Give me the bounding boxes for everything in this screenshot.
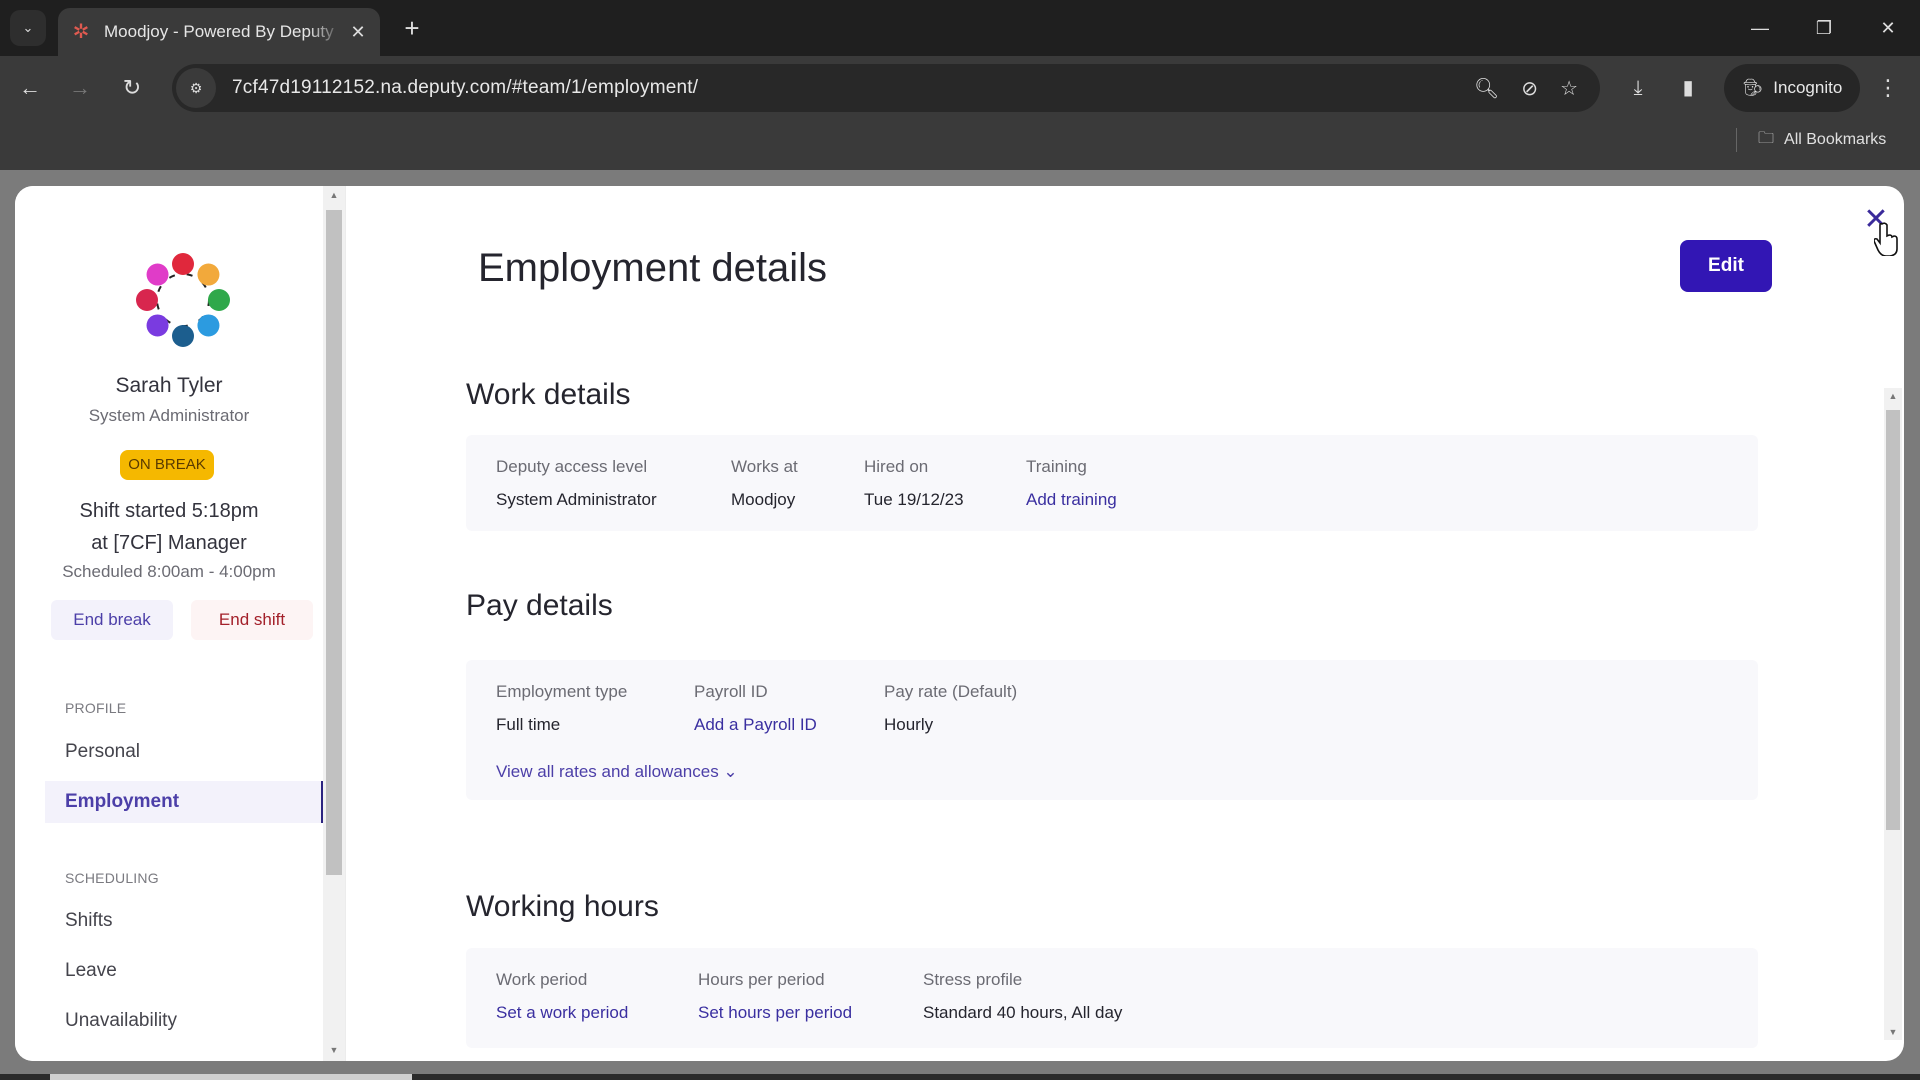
zoom-icon[interactable]: 🔍︎ (1474, 76, 1499, 101)
sidebar-item-employment[interactable]: Employment (45, 781, 325, 823)
site-info-icon[interactable]: ⚙ (176, 68, 216, 108)
scroll-down-icon[interactable]: ▼ (323, 1045, 345, 1055)
star-icon[interactable]: ☆ (1560, 76, 1578, 101)
end-shift-button[interactable]: End shift (191, 600, 313, 640)
bookmarks-divider (1736, 128, 1737, 152)
view-rates-link[interactable]: View all rates and allowances ⌄ (496, 762, 738, 782)
pay-details-heading: Pay details (466, 589, 613, 622)
edit-button[interactable]: Edit (1680, 240, 1772, 292)
browser-tab-strip: ⌄ ✲ Moodjoy - Powered By Deputy ✕ + — ❐ … (0, 0, 1920, 56)
window-close-icon[interactable]: ✕ (1868, 10, 1908, 46)
back-icon[interactable]: ← (12, 70, 48, 106)
employee-profile-modal: Sarah Tyler System Administrator ON BREA… (15, 186, 1904, 1061)
field-work-period: Work period Set a work period (496, 970, 629, 1023)
field-training: Training Add training (1026, 457, 1117, 510)
minimize-icon[interactable]: — (1740, 10, 1780, 46)
sidebar-section-profile: PROFILE (65, 700, 127, 716)
work-details-heading: Work details (466, 378, 631, 411)
incognito-icon: 🕵︎ (1741, 78, 1764, 97)
field-payroll-id: Payroll ID Add a Payroll ID (694, 682, 817, 735)
reload-icon[interactable]: ↻ (114, 70, 150, 106)
sidebar-item-unavailability[interactable]: Unavailability (45, 1000, 323, 1042)
sidebar-item-personal[interactable]: Personal (45, 731, 323, 773)
sidebar-item-leave[interactable]: Leave (45, 950, 323, 992)
chevron-down-icon: ⌄ (22, 20, 34, 35)
pay-details-card: Employment type Full time Payroll ID Add… (466, 660, 1758, 800)
shift-location-text: at [7CF] Manager (91, 532, 247, 554)
status-badge: ON BREAK (120, 450, 214, 480)
add-training-link[interactable]: Add training (1026, 490, 1117, 510)
add-payroll-id-link[interactable]: Add a Payroll ID (694, 715, 817, 735)
sidebar-item-shifts[interactable]: Shifts (45, 900, 323, 942)
moodjoy-logo-icon (136, 253, 230, 347)
scheduled-text: Scheduled 8:00am - 4:00pm (62, 562, 276, 581)
field-employment-type: Employment type Full time (496, 682, 628, 734)
sidebar-section-scheduling: SCHEDULING (65, 870, 159, 886)
all-bookmarks-button[interactable]: 🗀 All Bookmarks (1758, 126, 1886, 154)
address-bar[interactable]: ⚙ 7cf47d19112152.na.deputy.com/#team/1/e… (172, 64, 1600, 112)
shift-started-text: Shift started 5:18pm (79, 500, 259, 522)
main-scrollbar[interactable]: ▲ ▼ (1884, 388, 1902, 1040)
employee-role: System Administrator (88, 406, 250, 425)
profile-sidebar: Sarah Tyler System Administrator ON BREA… (15, 186, 345, 1061)
tab-title: Moodjoy - Powered By Deputy (104, 22, 334, 41)
folder-icon: 🗀 (1758, 129, 1775, 147)
field-access-level: Deputy access level System Administrator (496, 457, 657, 509)
tab-search-button[interactable]: ⌄ (10, 10, 46, 46)
browser-toolbar: ← → ↻ ⚙ 7cf47d19112152.na.deputy.com/#te… (0, 56, 1920, 170)
tab-close-icon[interactable]: ✕ (344, 22, 372, 43)
main-scroll-thumb[interactable] (1886, 410, 1900, 830)
end-break-button[interactable]: End break (51, 600, 173, 640)
side-panel-icon[interactable]: ▮ (1670, 70, 1706, 106)
work-details-card: Deputy access level System Administrator… (466, 435, 1758, 531)
scroll-up-icon[interactable]: ▲ (1884, 391, 1902, 401)
download-icon[interactable]: ⤓ (1620, 70, 1656, 106)
employee-name: Sarah Tyler (115, 374, 223, 397)
working-hours-heading: Working hours (466, 890, 659, 923)
taskbar-strip (0, 1074, 1920, 1080)
new-tab-button[interactable]: + (396, 12, 428, 44)
incognito-indicator[interactable]: 🕵︎ Incognito (1724, 64, 1860, 112)
sidebar-scroll-thumb[interactable] (326, 210, 342, 875)
scroll-down-icon[interactable]: ▼ (1884, 1027, 1902, 1037)
hand-cursor-icon (1874, 222, 1898, 256)
field-stress-profile: Stress profile Standard 40 hours, All da… (923, 970, 1123, 1022)
set-hours-per-period-link[interactable]: Set hours per period (698, 1003, 852, 1023)
browser-tab-active[interactable]: ✲ Moodjoy - Powered By Deputy ✕ (58, 8, 380, 56)
field-hours-per-period: Hours per period Set hours per period (698, 970, 853, 1023)
eye-off-icon[interactable]: ⊘ (1521, 76, 1538, 101)
browser-menu-icon[interactable]: ⋮ (1876, 70, 1900, 106)
field-pay-rate: Pay rate (Default) Hourly (884, 682, 1018, 734)
field-works-at: Works at Moodjoy (731, 457, 798, 509)
all-bookmarks-label: All Bookmarks (1784, 131, 1887, 148)
set-work-period-link[interactable]: Set a work period (496, 1003, 628, 1023)
scroll-up-icon[interactable]: ▲ (323, 190, 345, 200)
incognito-label: Incognito (1773, 78, 1843, 97)
forward-icon[interactable]: → (62, 70, 98, 106)
sidebar-scrollbar[interactable]: ▲ ▼ (323, 186, 345, 1061)
deputy-favicon-icon: ✲ (72, 21, 90, 43)
employment-details-panel: Employment details Edit ✕ Work details D… (346, 186, 1904, 1061)
url-text[interactable]: 7cf47d19112152.na.deputy.com/#team/1/emp… (232, 77, 1474, 99)
restore-icon[interactable]: ❐ (1804, 10, 1844, 46)
field-hired-on: Hired on Tue 19/12/23 (864, 457, 964, 509)
page-title: Employment details (478, 246, 828, 290)
working-hours-card: Work period Set a work period Hours per … (466, 948, 1758, 1048)
